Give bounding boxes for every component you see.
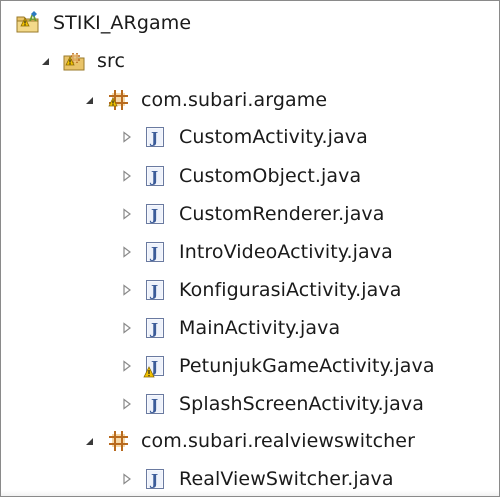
java-file-warning-icon: J (143, 353, 169, 379)
package-icon (105, 428, 131, 454)
svg-text:J: J (149, 168, 158, 186)
collapsed-triangle-icon[interactable] (119, 358, 135, 374)
tree-item-file[interactable]: J SplashScreenActivity.java (119, 385, 424, 423)
java-file-icon: J (143, 315, 169, 341)
collapsed-triangle-icon[interactable] (119, 396, 135, 412)
tree-item-label: IntroVideoActivity.java (179, 241, 393, 263)
tree-item-src[interactable]: src (37, 42, 125, 80)
tree-item-label: SplashScreenActivity.java (179, 393, 425, 415)
java-file-icon: J (143, 391, 169, 417)
collapsed-triangle-icon[interactable] (119, 471, 135, 487)
svg-text:J: J (149, 206, 158, 224)
java-file-icon: J (143, 277, 169, 303)
tree-item-file[interactable]: J KonfigurasiActivity.java (119, 271, 401, 309)
java-file-icon: J (143, 239, 169, 265)
package-explorer: A STIKI_ARgame src com.subari.argame J C… (0, 0, 500, 497)
collapsed-triangle-icon[interactable] (119, 206, 135, 222)
tree-item-file[interactable]: J PetunjukGameActivity.java (119, 347, 435, 385)
tree-item-label: MainActivity.java (179, 317, 341, 339)
collapsed-triangle-icon[interactable] (119, 129, 135, 145)
tree-item-label: CustomRenderer.java (179, 203, 385, 225)
java-file-icon: J (143, 201, 169, 227)
partial-next-row (1, 490, 499, 496)
tree-item-package-realviewswitcher[interactable]: com.subari.realviewswitcher (81, 422, 415, 460)
svg-text:J: J (149, 320, 158, 338)
android-project-icon: A (15, 10, 41, 36)
tree-item-label: STIKI_ARgame (53, 12, 192, 34)
tree-item-label: com.subari.realviewswitcher (141, 430, 416, 452)
tree-item-label: CustomObject.java (179, 165, 362, 187)
svg-text:J: J (149, 471, 158, 489)
collapsed-triangle-icon[interactable] (119, 320, 135, 336)
svg-text:J: J (149, 282, 158, 300)
source-folder-icon (61, 48, 87, 74)
svg-text:J: J (149, 396, 158, 414)
tree-item-file[interactable]: J CustomActivity.java (119, 118, 368, 156)
tree-item-file[interactable]: J MainActivity.java (119, 309, 340, 347)
tree-item-file[interactable]: J IntroVideoActivity.java (119, 233, 393, 271)
tree-item-package-argame[interactable]: com.subari.argame (81, 81, 327, 119)
java-file-icon: J (143, 163, 169, 189)
collapsed-triangle-icon[interactable] (119, 244, 135, 260)
tree-item-label: com.subari.argame (141, 89, 328, 111)
collapsed-triangle-icon[interactable] (119, 282, 135, 298)
expanded-triangle-icon[interactable] (81, 92, 97, 108)
tree-item-file[interactable]: J CustomRenderer.java (119, 195, 385, 233)
java-file-icon: J (143, 466, 169, 492)
tree-item-file[interactable]: J CustomObject.java (119, 157, 361, 195)
svg-text:J: J (149, 129, 158, 147)
expanded-triangle-icon[interactable] (81, 433, 97, 449)
expanded-triangle-icon[interactable] (37, 53, 53, 69)
collapsed-triangle-icon[interactable] (119, 168, 135, 184)
tree-item-label: src (97, 50, 126, 72)
package-icon (105, 87, 131, 113)
tree-item-label: KonfigurasiActivity.java (179, 279, 402, 301)
tree-item-project[interactable]: A STIKI_ARgame (15, 4, 191, 42)
java-file-icon: J (143, 124, 169, 150)
svg-text:J: J (149, 244, 158, 262)
tree-item-label: PetunjukGameActivity.java (179, 355, 435, 377)
tree-item-label: CustomActivity.java (179, 126, 368, 148)
